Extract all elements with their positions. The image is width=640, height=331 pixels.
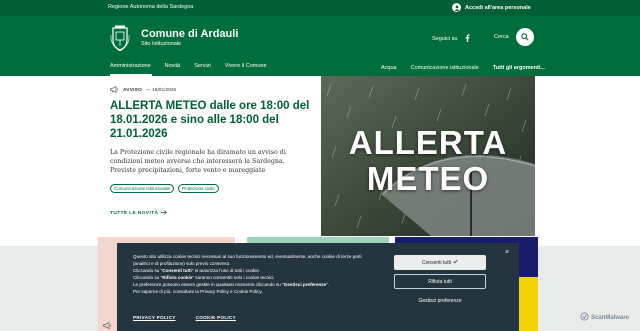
hero-image-line1: ALLERTA bbox=[348, 124, 508, 161]
accept-all-label: Consenti tutti bbox=[421, 259, 452, 266]
manage-preferences-button[interactable]: Gestisci preferenze bbox=[394, 293, 486, 308]
nav-item-acqua[interactable]: Acqua bbox=[381, 65, 397, 71]
hero-chips: Comunicazione Istituzionale Protezione c… bbox=[110, 184, 219, 193]
nav-item-amministrazione[interactable]: Amministrazione bbox=[110, 63, 151, 69]
cookie-text: Questo sito utilizza cookie tecnici nece… bbox=[133, 253, 373, 295]
social-label: Seguici su bbox=[432, 36, 458, 42]
search-label: Cerca bbox=[494, 34, 509, 40]
megaphone-icon bbox=[103, 316, 112, 331]
login-button[interactable]: Accedi all'area personale bbox=[452, 3, 531, 12]
site-name: Comune di Ardauli bbox=[141, 28, 239, 40]
accept-all-button[interactable]: Consenti tutti bbox=[394, 255, 486, 270]
cookie-links: PRIVACY POLICY COOKIE POLICY bbox=[133, 315, 236, 320]
hero-kicker: AVVISO — 18/01/2026 bbox=[110, 85, 177, 95]
site-tagline: Sito Istituzionale bbox=[141, 41, 182, 47]
hero-image[interactable]: ALLERTA METEO bbox=[321, 76, 535, 236]
nav-item-servizi[interactable]: Servizi bbox=[194, 63, 211, 69]
search-button[interactable] bbox=[515, 28, 534, 46]
close-icon[interactable]: × bbox=[505, 249, 509, 256]
facebook-icon[interactable] bbox=[465, 34, 470, 44]
cookie-line-5: Per saperne di più, consultare la Privac… bbox=[133, 289, 263, 294]
check-icon bbox=[453, 259, 458, 266]
watermark: ScanMalware bbox=[580, 312, 629, 323]
hero-category: AVVISO bbox=[123, 88, 142, 93]
hero-date: — 18/01/2026 bbox=[145, 88, 177, 93]
hero-description: La Protezione civile regionale ha dirama… bbox=[110, 149, 286, 174]
megaphone-icon bbox=[110, 85, 119, 95]
cookie-line-1: Questo sito utilizza cookie tecnici nece… bbox=[133, 254, 362, 266]
watermark-text: ScanMalware bbox=[591, 314, 630, 321]
hero-title[interactable]: ALLERTA METEO dalle ore 18:00 del 18.01.… bbox=[110, 99, 310, 141]
reject-all-button[interactable]: Rifiuta tutti bbox=[394, 274, 486, 289]
nav-item-tutti-argomenti[interactable]: Tutti gli argomenti... bbox=[493, 65, 545, 71]
arrow-right-icon bbox=[161, 210, 168, 217]
watermark-logo-icon bbox=[580, 312, 589, 323]
privacy-policy-link[interactable]: PRIVACY POLICY bbox=[133, 315, 176, 320]
cookie-policy-link[interactable]: COOKIE POLICY bbox=[196, 315, 236, 320]
nav-primary: Amministrazione Novità Servizi Vivere il… bbox=[110, 63, 267, 69]
municipality-crest-icon[interactable] bbox=[110, 25, 130, 52]
nav-item-novita[interactable]: Novità bbox=[165, 63, 181, 69]
nav-item-comunicazione[interactable]: Comunicazione istituzionale bbox=[411, 65, 479, 71]
hero-image-line2: METEO bbox=[366, 160, 490, 197]
cookie-line-2: Cliccando su "Consenti tutti" si autoriz… bbox=[133, 268, 261, 273]
center-header: Comune di Ardauli Sito Istituzionale Seg… bbox=[0, 16, 640, 62]
region-link[interactable]: Regione Autonoma della Sardegna bbox=[108, 4, 193, 10]
chip-comunicazione[interactable]: Comunicazione Istituzionale bbox=[110, 184, 175, 193]
all-news-link[interactable]: TUTTE LE NOVITÀ bbox=[110, 210, 168, 217]
social-links: Seguici su bbox=[432, 34, 470, 44]
cookie-line-3: Cliccando su "Rifiuta cookie" saranno co… bbox=[133, 275, 275, 280]
cookie-line-4: Le preferenze possono essere gestite in … bbox=[133, 282, 330, 287]
search-icon bbox=[520, 33, 529, 41]
all-news-label: TUTTE LE NOVITÀ bbox=[110, 211, 159, 216]
nav-secondary: Acqua Comunicazione istituzionale Tutti … bbox=[381, 65, 545, 71]
user-icon bbox=[452, 3, 461, 12]
main-navigation: Amministrazione Novità Servizi Vivere il… bbox=[0, 62, 640, 76]
slim-header: Regione Autonoma della Sardegna Accedi a… bbox=[0, 0, 640, 16]
chip-protezione-civile[interactable]: Protezione civile bbox=[178, 184, 219, 193]
nav-item-vivere-il-comune[interactable]: Vivere il Comune bbox=[225, 63, 267, 69]
cookie-banner: Questo sito utilizza cookie tecnici nece… bbox=[117, 243, 519, 331]
site-brand[interactable]: Comune di Ardauli Sito Istituzionale bbox=[141, 28, 238, 47]
login-label: Accedi all'area personale bbox=[465, 4, 531, 11]
search-area: Cerca bbox=[494, 28, 534, 46]
